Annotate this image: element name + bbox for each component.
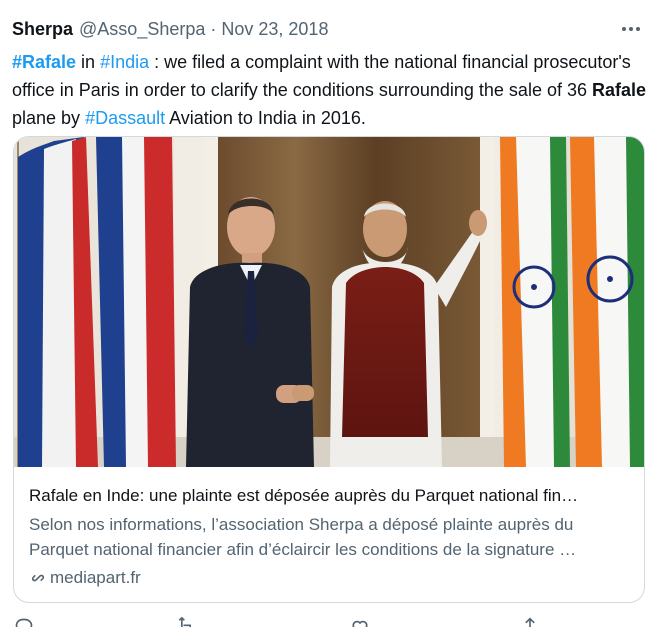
share-button[interactable] [520,617,540,627]
author-name[interactable]: Sherpa [12,19,73,40]
link-preview-body[interactable]: Rafale en Inde: une plainte est déposée … [14,468,644,602]
tweet-text: #Rafale in #India : we filed a complaint… [12,48,652,132]
link-preview-title[interactable]: Rafale en Inde: une plainte est déposée … [29,484,629,508]
separator-dot: · [210,18,217,39]
tweet-header: Sherpa @Asso_Sherpa · Nov 23, 2018 [12,18,328,40]
link-preview-card[interactable]: Rafale en Inde: une plainte est déposée … [13,136,645,603]
tweet-text-part: in [76,52,101,72]
tweet-actions [0,617,672,627]
hashtag-dassault[interactable]: #Dassault [85,108,165,128]
hashtag-rafale[interactable]: #Rafale [12,52,76,72]
link-preview-description: Selon nos informations, l’association Sh… [29,515,577,559]
more-options-button[interactable] [620,19,642,39]
hashtag-india[interactable]: #India [100,52,149,72]
link-preview-domain[interactable]: mediapart.fr [29,566,629,590]
tweet-text-part: plane by [12,108,86,128]
reply-icon [15,618,33,627]
author-handle[interactable]: @Asso_Sherpa [79,19,205,40]
bold-keyword: Rafale [592,80,647,100]
link-preview-photo [14,137,644,467]
tweet-date[interactable]: Nov 23, 2018 [221,19,328,40]
like-icon [352,620,368,627]
share-icon [525,617,535,627]
domain-text: mediapart.fr [50,568,141,587]
retweet-button[interactable] [176,617,196,627]
tweet[interactable]: Sherpa @Asso_Sherpa · Nov 23, 2018 #Rafa… [0,0,672,627]
retweet-icon [178,617,191,627]
reply-button[interactable] [14,617,34,627]
link-preview-image[interactable] [14,137,644,467]
like-button[interactable] [350,617,370,627]
link-icon [31,574,45,582]
ellipsis-icon [622,27,640,31]
tweet-text-part: Aviation to India in 2016. [165,108,366,128]
